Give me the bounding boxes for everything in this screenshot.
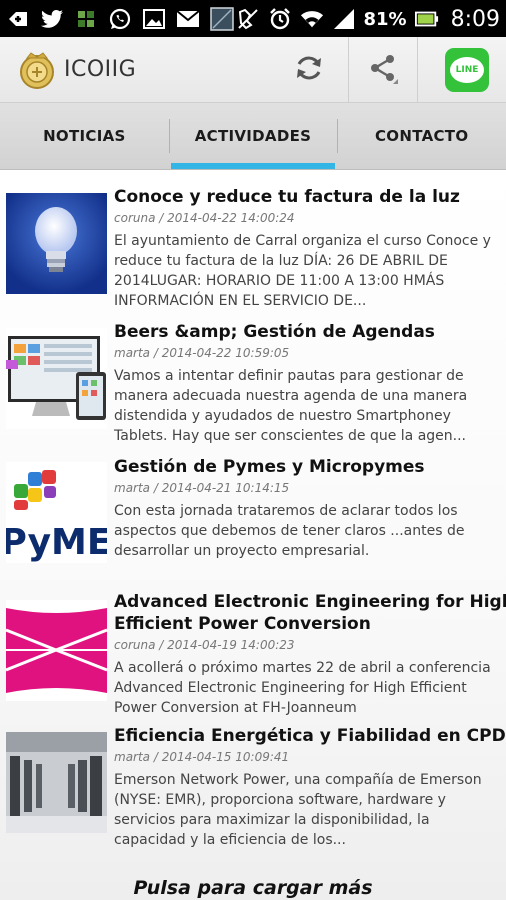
pymes-logo-text: PyME [6,522,107,563]
alarm-icon [268,7,292,31]
tab-bar: NOTICIAS ACTIVIDADES CONTACTO [0,103,506,170]
mail-icon [176,7,200,31]
puzzle-icon [74,7,98,31]
load-more-button[interactable]: Pulsa para cargar más [0,877,506,899]
screenshot-icon [210,7,234,31]
notification-icons [6,5,234,33]
article-meta: coruna / 2014-04-19 14:00:23 [114,638,295,652]
activities-list: Conoce y reduce tu factura de la luz cor… [0,170,506,900]
line-share-button[interactable]: LINE [428,37,506,103]
clock: 8:09 [450,6,500,32]
article-title: Gestión de Pymes y Micropymes [114,457,425,477]
article-meta: marta / 2014-04-21 10:14:15 [114,481,290,495]
pymes-thumbnail: PyME [6,462,107,563]
refresh-icon [293,52,325,88]
app-title: ICOIIG [64,57,137,82]
share-button[interactable] [348,37,418,103]
article-meta: coruna / 2014-04-22 14:00:24 [114,211,295,225]
article-summary: Con esta jornada trataremos de aclarar t… [114,503,465,559]
lightbulb-thumbnail [6,193,107,294]
image-icon [142,7,166,31]
signal-icon [332,7,356,31]
article-title: Eficiencia Energética y Fiabilidad en CP… [114,726,506,746]
system-icons: 81% 8:09 [236,5,500,33]
article-meta: marta / 2014-04-15 10:09:41 [114,750,290,764]
article-summary: El ayuntamiento de Carral organiza el cu… [114,233,491,309]
whatsapp-icon [108,7,132,31]
app-logo-icon[interactable] [17,50,57,90]
share-icon [366,51,400,89]
line-label: LINE [450,57,484,83]
article-title-line-1: Advanced Electronic Engineering for High [114,592,506,612]
article-summary: A acollerá o próximo martes 22 de abril … [114,660,491,716]
line-app-icon: LINE [445,48,489,92]
tab-actividades[interactable]: ACTIVIDADES [168,103,338,169]
add-icon [6,7,30,31]
status-bar: 81% 8:09 [0,0,506,37]
conference-thumbnail [6,600,107,701]
action-bar: ICOIIG LINE [0,37,506,103]
refresh-button[interactable] [280,37,338,103]
tab-contacto[interactable]: CONTACTO [337,103,506,169]
datacenter-thumbnail [6,732,107,833]
article-title-line-2: Efficient Power Conversion [114,614,371,634]
article-summary: Emerson Network Power, una compañía de E… [114,772,482,848]
battery-icon [414,7,439,31]
devices-thumbnail [6,328,107,429]
article-summary: Vamos a intentar definir pautas para ges… [114,368,468,444]
no-sim-icon [236,7,260,31]
article-title: Conoce y reduce tu factura de la luz [114,187,460,207]
article-title: Beers &amp; Gestión de Agendas [114,322,435,342]
battery-percent: 81% [363,8,407,30]
twitter-icon [40,7,64,31]
wifi-icon [300,7,324,31]
article-meta: marta / 2014-04-22 10:59:05 [114,346,290,360]
tab-noticias[interactable]: NOTICIAS [0,103,169,169]
